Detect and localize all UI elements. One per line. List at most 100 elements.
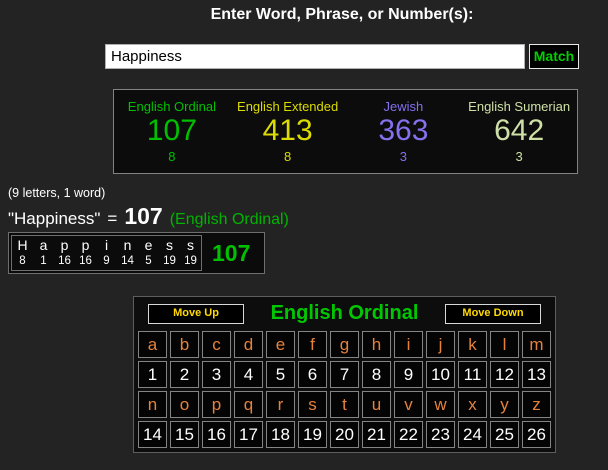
cipher-value-cell: 9 [394,361,423,388]
cipher-name: English Extended [230,99,346,114]
cipher-letter-cell: z [522,391,551,418]
cipher-letter-cell: m [522,331,551,358]
breakdown-letter: H [12,237,33,254]
cipher-letter-cell: f [298,331,327,358]
breakdown-letter: s [180,237,201,254]
cipher-value-cell: 21 [362,421,391,448]
cipher-letter-cell: n [138,391,167,418]
cipher-value-cell: 6 [298,361,327,388]
letter-breakdown-grid: Happiness81161691451919 [11,235,202,271]
cipher-column-english-sumerian: English Sumerian 642 3 [461,90,577,173]
breakdown-letter: a [33,237,54,254]
cipher-value-cell: 12 [490,361,519,388]
cipher-value-cell: 4 [234,361,263,388]
move-down-button[interactable]: Move Down [445,304,541,324]
cipher-letter-cell: t [330,391,359,418]
breakdown-letter-value: 16 [54,254,75,268]
cipher-name: English Sumerian [461,99,577,114]
cipher-value-cell: 23 [426,421,455,448]
equation-value: 107 [124,203,162,230]
cipher-letter-cell: a [138,331,167,358]
cipher-value-cell: 26 [522,421,551,448]
breakdown-letter-value: 14 [117,254,138,268]
cipher-value-cell: 13 [522,361,551,388]
breakdown-letter: s [159,237,180,254]
cipher-column-jewish: Jewish 363 3 [346,90,462,173]
breakdown-letter: p [54,237,75,254]
equation-cipher-note: (English Ordinal) [170,211,289,229]
cipher-value-cell: 18 [266,421,295,448]
cipher-name: English Ordinal [114,99,230,114]
cipher-letter-cell: g [330,331,359,358]
cipher-value-cell: 8 [362,361,391,388]
cipher-value-cell: 10 [426,361,455,388]
cipher-value-cell: 19 [298,421,327,448]
cipher-value-cell: 5 [266,361,295,388]
cipher-value-cell: 22 [394,421,423,448]
cipher-value-cell: 2 [170,361,199,388]
search-input[interactable] [105,44,525,69]
cipher-table-header: Move Up English Ordinal Move Down [138,302,551,325]
breakdown-letter-value: 5 [138,254,159,268]
breakdown-letter-value: 8 [12,254,33,268]
cipher-value-cell: 25 [490,421,519,448]
letter-breakdown-table: Happiness81161691451919 107 [8,232,265,274]
breakdown-letter: n [117,237,138,254]
cipher-column-english-extended: English Extended 413 8 [230,90,346,173]
breakdown-letter-value: 16 [75,254,96,268]
breakdown-letter: i [96,237,117,254]
cipher-value-cell: 11 [458,361,487,388]
cipher-table-title: English Ordinal [271,302,419,325]
cipher-letter-cell: p [202,391,231,418]
cipher-letter-cell: u [362,391,391,418]
cipher-letter-cell: k [458,331,487,358]
cipher-value-link[interactable]: 107 [114,114,230,147]
cipher-value-cell: 7 [330,361,359,388]
cipher-value-cell: 1 [138,361,167,388]
cipher-letter-cell: l [490,331,519,358]
equation-word: "Happiness" [8,209,100,229]
breakdown-letter: e [138,237,159,254]
cipher-letter-cell: j [426,331,455,358]
cipher-letter-cell: h [362,331,391,358]
cipher-value-cell: 3 [202,361,231,388]
cipher-column-english-ordinal: English Ordinal 107 8 [114,90,230,173]
cipher-letter-cell: c [202,331,231,358]
cipher-reduction: 3 [346,149,462,164]
cipher-value-link[interactable]: 413 [230,114,346,147]
breakdown-letter: p [75,237,96,254]
breakdown-letter-value: 1 [33,254,54,268]
cipher-letter-cell: i [394,331,423,358]
cipher-value-cell: 20 [330,421,359,448]
cipher-reduction: 3 [461,149,577,164]
cipher-letter-cell: w [426,391,455,418]
cipher-letter-cell: x [458,391,487,418]
equals-sign: = [107,209,117,229]
cipher-letter-cell: s [298,391,327,418]
cipher-letter-cell: q [234,391,263,418]
cipher-reference-table: Move Up English Ordinal Move Down abcdef… [133,296,556,453]
search-row: Match [105,44,579,69]
cipher-value-link[interactable]: 363 [346,114,462,147]
breakdown-letter-value: 19 [180,254,201,268]
cipher-reduction: 8 [114,149,230,164]
match-button[interactable]: Match [529,44,579,69]
cipher-letter-cell: b [170,331,199,358]
cipher-value-cell: 17 [234,421,263,448]
cipher-letter-cell: d [234,331,263,358]
cipher-value-cell: 15 [170,421,199,448]
cipher-value-link[interactable]: 642 [461,114,577,147]
cipher-letter-cell: y [490,391,519,418]
cipher-letter-cell: v [394,391,423,418]
cipher-name: Jewish [346,99,462,114]
result-equation: "Happiness" = 107 (English Ordinal) [8,203,289,230]
move-up-button[interactable]: Move Up [148,304,244,324]
cipher-value-cell: 16 [202,421,231,448]
breakdown-letter-value: 9 [96,254,117,268]
cipher-results-panel: English Ordinal 107 8 English Extended 4… [113,89,578,174]
cipher-letter-cell: o [170,391,199,418]
cipher-reduction: 8 [230,149,346,164]
cipher-letter-cell: e [266,331,295,358]
cipher-letter-value-grid: abcdefghijklm12345678910111213nopqrstuvw… [138,331,551,448]
page-title: Enter Word, Phrase, or Number(s): [105,6,579,24]
